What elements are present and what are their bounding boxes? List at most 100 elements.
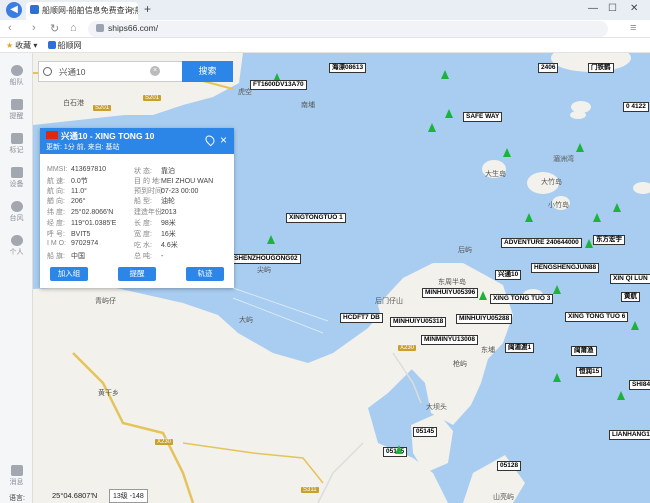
bookmarks-label[interactable]: 收藏: [15, 41, 31, 50]
ship-marker[interactable]: [593, 213, 601, 222]
ship-marker[interactable]: [428, 123, 436, 132]
sidebar-item-devices[interactable]: 设备: [0, 167, 33, 189]
minimize-icon[interactable]: —: [588, 3, 598, 14]
bookmark-favicon-icon: [47, 41, 56, 49]
ship-label[interactable]: 黄航: [621, 292, 640, 302]
ship-marker[interactable]: [445, 109, 453, 118]
ship-triangle-icon: [593, 213, 601, 222]
ship-label[interactable]: XINGTONGTUO 1: [286, 213, 346, 223]
info-course: 航 向: 11.0°: [47, 188, 87, 195]
ship-label[interactable]: 门铁鹤: [588, 63, 614, 73]
vessel-info-panel: 兴通10 - XING TONG 10 更新: 1分 前, 来自: 基站 × M…: [40, 128, 234, 288]
ship-marker[interactable]: [576, 143, 584, 152]
sidebar-label: 设备: [9, 181, 24, 188]
place-label: 东埔: [481, 347, 495, 354]
road-badge: X230: [398, 345, 417, 351]
ship-marker[interactable]: [503, 148, 511, 157]
track-button[interactable]: 轨迹: [186, 267, 224, 281]
menu-icon[interactable]: ≡: [630, 22, 636, 34]
sidebar-item-user[interactable]: 个人: [0, 235, 33, 257]
home-icon[interactable]: ⌂: [70, 22, 77, 34]
ship-label[interactable]: 海漂08613: [329, 63, 367, 73]
dropdown-icon[interactable]: ▾: [33, 41, 37, 50]
ship-label[interactable]: 0 4122: [623, 102, 649, 112]
ship-label[interactable]: SHENZHOUGONG02: [231, 254, 301, 264]
ship-label[interactable]: XING TONG TUO 3: [490, 294, 554, 304]
sidebar-item-marks[interactable]: 标记: [0, 133, 33, 155]
ship-marker[interactable]: [617, 391, 625, 400]
ship-label[interactable]: 兴通10: [495, 270, 522, 280]
new-tab-icon[interactable]: +: [144, 2, 151, 16]
ship-marker[interactable]: [613, 203, 621, 212]
refresh-icon[interactable]: ↻: [50, 22, 59, 35]
place-label: 枪屿: [453, 361, 467, 368]
info-speed: 航 速: 0.0节: [47, 178, 88, 185]
ship-label[interactable]: 2406: [538, 63, 559, 73]
road-badge: X230: [155, 439, 174, 445]
maximize-icon[interactable]: ☐: [608, 3, 617, 14]
ship-label[interactable]: 东方宏宇: [593, 235, 625, 245]
ship-triangle-icon: [585, 239, 593, 248]
browser-tab[interactable]: 船顺网-船舶信息免费查询,船舶 ×: [26, 2, 138, 20]
ship-marker[interactable]: [267, 235, 275, 244]
sidebar-item-alerts[interactable]: 提醒: [0, 99, 33, 121]
ship-label[interactable]: MINMINYU13008: [421, 335, 478, 345]
ship-label[interactable]: LIANHANG17: [609, 430, 650, 440]
language-label[interactable]: 语言:: [9, 493, 25, 503]
ship-triangle-icon: [553, 373, 561, 382]
search-button[interactable]: 搜索: [182, 61, 233, 82]
locate-pin-icon[interactable]: [203, 133, 217, 147]
ship-label[interactable]: 闽莆渔: [571, 346, 597, 356]
ship-marker[interactable]: [585, 239, 593, 248]
sidebar-item-messages[interactable]: 消息: [0, 465, 33, 487]
ship-label[interactable]: 05145: [413, 427, 438, 437]
ship-label[interactable]: 闽湄渡1: [505, 343, 535, 353]
browser-logo-icon[interactable]: ◀: [6, 2, 22, 18]
star-icon: ★: [6, 41, 14, 50]
place-label: 后门仔山: [375, 298, 403, 305]
update-time: 更新: 1分 前, 来自: 基站: [46, 144, 120, 151]
ship-label[interactable]: XING TONG TUO 6: [565, 312, 629, 322]
ship-label[interactable]: HCDFT7 DB: [340, 313, 383, 323]
ship-marker[interactable]: [553, 285, 561, 294]
ship-marker[interactable]: [631, 321, 639, 330]
sidebar-label: 台风: [9, 215, 24, 222]
ship-marker[interactable]: [395, 445, 403, 454]
forward-icon[interactable]: ›: [32, 22, 36, 34]
sidebar-label: 船队: [9, 79, 24, 86]
ship-triangle-icon: [267, 235, 275, 244]
clear-icon[interactable]: ×: [150, 66, 160, 76]
ship-label[interactable]: SHI84: [629, 380, 650, 390]
info-draft: 吃 水: 4.6米: [134, 242, 178, 249]
ship-icon: [10, 65, 23, 76]
close-icon[interactable]: ×: [220, 133, 227, 147]
bookmark-item[interactable]: 船顺网: [58, 41, 82, 50]
ship-label[interactable]: MINHUIYU05396: [422, 288, 479, 298]
reminder-button[interactable]: 提醒: [118, 267, 156, 281]
address-bar[interactable]: ships66.com/: [88, 21, 608, 37]
ship-label[interactable]: FT1600DV13A70: [250, 80, 307, 90]
info-width: 宽 度: 16米: [134, 231, 176, 238]
ship-label[interactable]: 恒润15: [576, 367, 603, 377]
road-badge: S201: [93, 105, 112, 111]
ship-label[interactable]: 05128: [497, 461, 522, 471]
ship-marker[interactable]: [525, 213, 533, 222]
ship-label[interactable]: MINHUIYU05288: [456, 314, 513, 324]
info-heading: 艏 向: 206°: [47, 198, 86, 205]
sidebar-item-typhoon[interactable]: 台风: [0, 201, 33, 223]
sidebar-item-fleet[interactable]: 船队: [0, 65, 33, 87]
ship-label[interactable]: MINHUIYU05318: [390, 317, 447, 327]
ship-label[interactable]: HENGSHENGJUN88: [531, 263, 600, 273]
ship-label[interactable]: SAFE WAY: [463, 112, 503, 122]
zoom-level: 13级 -148: [109, 489, 148, 503]
ship-triangle-icon: [553, 285, 561, 294]
ship-marker[interactable]: [479, 291, 487, 300]
back-icon[interactable]: ‹: [8, 22, 12, 34]
ship-marker[interactable]: [553, 373, 561, 382]
ship-label[interactable]: ADVENTURE 240644000: [501, 238, 582, 248]
tab-close-icon[interactable]: ×: [130, 5, 135, 14]
add-group-button[interactable]: 加入组: [50, 267, 88, 281]
close-window-icon[interactable]: ✕: [630, 3, 638, 14]
ship-label[interactable]: XIN QI LUN: [610, 274, 650, 284]
ship-marker[interactable]: [441, 70, 449, 79]
